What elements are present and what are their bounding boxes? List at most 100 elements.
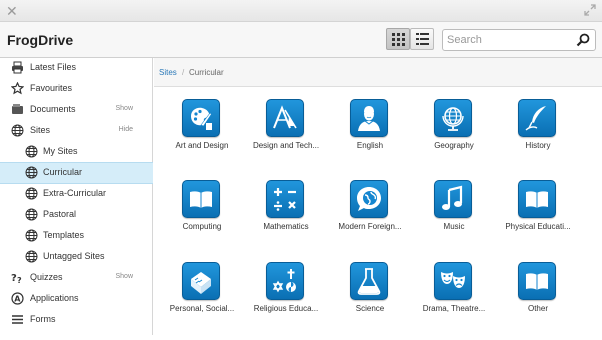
breadcrumb-sites-link[interactable]: Sites bbox=[159, 68, 177, 77]
sidebar-item-quizzes[interactable]: ? ? Quizzes Show bbox=[0, 268, 153, 289]
globe-icon bbox=[11, 124, 24, 137]
site-tile-label: Geography bbox=[434, 141, 474, 150]
site-tile-drama-theatre[interactable]: Drama, Theatre... bbox=[412, 262, 496, 340]
main-content: Sites / Curricular Art and Design Design… bbox=[154, 58, 602, 335]
globe-icon bbox=[25, 250, 38, 263]
sidebar: Latest Files Favourites Documents Show S… bbox=[0, 58, 153, 335]
svg-text:A: A bbox=[14, 295, 21, 304]
sidebar-item-templates[interactable]: Templates bbox=[0, 226, 153, 247]
grid-icon bbox=[392, 33, 405, 46]
printer-icon bbox=[12, 61, 23, 74]
sidebar-item-label: Forms bbox=[30, 314, 56, 324]
sidebar-item-pastoral[interactable]: Pastoral bbox=[0, 205, 153, 226]
sidebar-item-label: Sites bbox=[30, 125, 51, 135]
star-icon bbox=[11, 82, 24, 95]
site-tile-design-and-tech[interactable]: Design and Tech... bbox=[244, 99, 328, 177]
sidebar-item-applications[interactable]: A Applications bbox=[0, 289, 153, 310]
sidebar-item-label: My Sites bbox=[43, 146, 78, 156]
list-icon bbox=[416, 33, 429, 45]
sidebar-item-label: Applications bbox=[30, 293, 79, 303]
search-input[interactable] bbox=[447, 32, 571, 48]
documents-show-toggle[interactable]: Show bbox=[115, 105, 133, 112]
sidebar-item-latest-files[interactable]: Latest Files bbox=[0, 58, 153, 79]
sidebar-item-label: Latest Files bbox=[30, 62, 77, 72]
site-tile-label: Personal, Social... bbox=[169, 304, 235, 313]
sidebar-item-label: Extra-Curricular bbox=[43, 188, 107, 198]
math-symbols-icon bbox=[274, 188, 296, 211]
music-note-icon bbox=[442, 185, 463, 210]
site-tile-label: Computing bbox=[182, 222, 222, 231]
site-tile-mathematics[interactable]: Mathematics bbox=[244, 180, 328, 258]
expand-icon[interactable] bbox=[584, 4, 596, 16]
svg-text:?: ? bbox=[17, 276, 22, 284]
sidebar-item-sites[interactable]: Sites Hide bbox=[0, 121, 153, 142]
quill-icon bbox=[525, 106, 546, 131]
compass-icon bbox=[273, 105, 297, 129]
sidebar-item-label: Untagged Sites bbox=[43, 251, 105, 261]
sidebar-item-label: Quizzes bbox=[30, 272, 63, 282]
book-icon bbox=[190, 191, 212, 208]
site-tile-label: Other bbox=[527, 304, 548, 313]
sites-hide-toggle[interactable]: Hide bbox=[119, 126, 133, 133]
globe-icon bbox=[25, 166, 38, 179]
quizzes-show-toggle[interactable]: Show bbox=[115, 273, 133, 280]
forms-icon bbox=[12, 315, 23, 324]
sidebar-item-extra-curricular[interactable]: Extra-Curricular bbox=[0, 184, 153, 205]
flask-icon bbox=[357, 268, 381, 295]
breadcrumb: Sites / Curricular bbox=[154, 58, 602, 87]
site-tile-physical-education[interactable]: Physical Educati... bbox=[496, 180, 580, 258]
globe-stand-icon bbox=[442, 107, 464, 131]
site-tile-label: English bbox=[356, 141, 384, 150]
globe-icon bbox=[25, 187, 38, 200]
sidebar-item-favourites[interactable]: Favourites bbox=[0, 79, 153, 100]
sidebar-item-label: Templates bbox=[43, 230, 85, 240]
site-tile-label: History bbox=[525, 141, 551, 150]
sidebar-item-my-sites[interactable]: My Sites bbox=[0, 142, 153, 163]
site-tile-label: Design and Tech... bbox=[252, 141, 320, 150]
sidebar-item-label: Pastoral bbox=[43, 209, 77, 219]
search-box[interactable] bbox=[442, 29, 596, 51]
sidebar-item-forms[interactable]: Forms bbox=[0, 310, 153, 331]
religious-symbols-icon bbox=[272, 269, 296, 293]
sidebar-item-label: Documents bbox=[30, 104, 76, 114]
quiz-icon: ? ? bbox=[11, 273, 22, 284]
window-titlebar: ✕ bbox=[0, 0, 602, 22]
list-view-button[interactable] bbox=[410, 28, 434, 50]
site-tile-personal-social[interactable]: Personal, Social... bbox=[160, 262, 244, 340]
site-tile-history[interactable]: History bbox=[496, 99, 580, 177]
book-icon bbox=[526, 273, 548, 290]
breadcrumb-separator: / bbox=[182, 68, 185, 77]
sidebar-item-label: Favourites bbox=[30, 83, 73, 93]
grid-view-button[interactable] bbox=[386, 28, 410, 50]
site-tile-label: Modern Foreign... bbox=[338, 222, 402, 231]
site-tile-english[interactable]: English bbox=[328, 99, 412, 177]
close-icon[interactable]: ✕ bbox=[6, 2, 18, 20]
document-icon bbox=[12, 104, 23, 114]
sidebar-item-curricular[interactable]: Curricular bbox=[0, 162, 153, 184]
sidebar-item-documents[interactable]: Documents Show bbox=[0, 100, 153, 121]
globe-icon bbox=[25, 145, 38, 158]
site-tile-label: Science bbox=[355, 304, 385, 313]
site-tile-label: Religious Educa... bbox=[253, 304, 319, 313]
cube-icon bbox=[191, 272, 211, 294]
site-tile-label: Music bbox=[443, 222, 465, 231]
site-tile-label: Drama, Theatre... bbox=[422, 304, 486, 313]
sidebar-item-label: Curricular bbox=[43, 167, 83, 177]
sidebar-item-untagged-sites[interactable]: Untagged Sites bbox=[0, 247, 153, 268]
site-tile-other[interactable]: Other bbox=[496, 262, 580, 340]
site-tile-art-and-design[interactable]: Art and Design bbox=[160, 99, 244, 177]
globe-icon bbox=[25, 229, 38, 242]
site-tile-computing[interactable]: Computing bbox=[160, 180, 244, 258]
app-title: FrogDrive bbox=[7, 32, 74, 48]
globe-icon bbox=[25, 208, 38, 221]
search-icon[interactable] bbox=[576, 33, 590, 47]
site-tile-music[interactable]: Music bbox=[412, 180, 496, 258]
site-tile-religious-education[interactable]: Religious Educa... bbox=[244, 262, 328, 340]
site-tile-science[interactable]: Science bbox=[328, 262, 412, 340]
site-tile-modern-foreign[interactable]: Modern Foreign... bbox=[328, 180, 412, 258]
book-icon bbox=[526, 191, 548, 208]
app-header: FrogDrive bbox=[0, 22, 602, 58]
site-tile-geography[interactable]: Geography bbox=[412, 99, 496, 177]
site-tile-label: Physical Educati... bbox=[505, 222, 571, 231]
speech-globe-icon bbox=[357, 187, 381, 211]
